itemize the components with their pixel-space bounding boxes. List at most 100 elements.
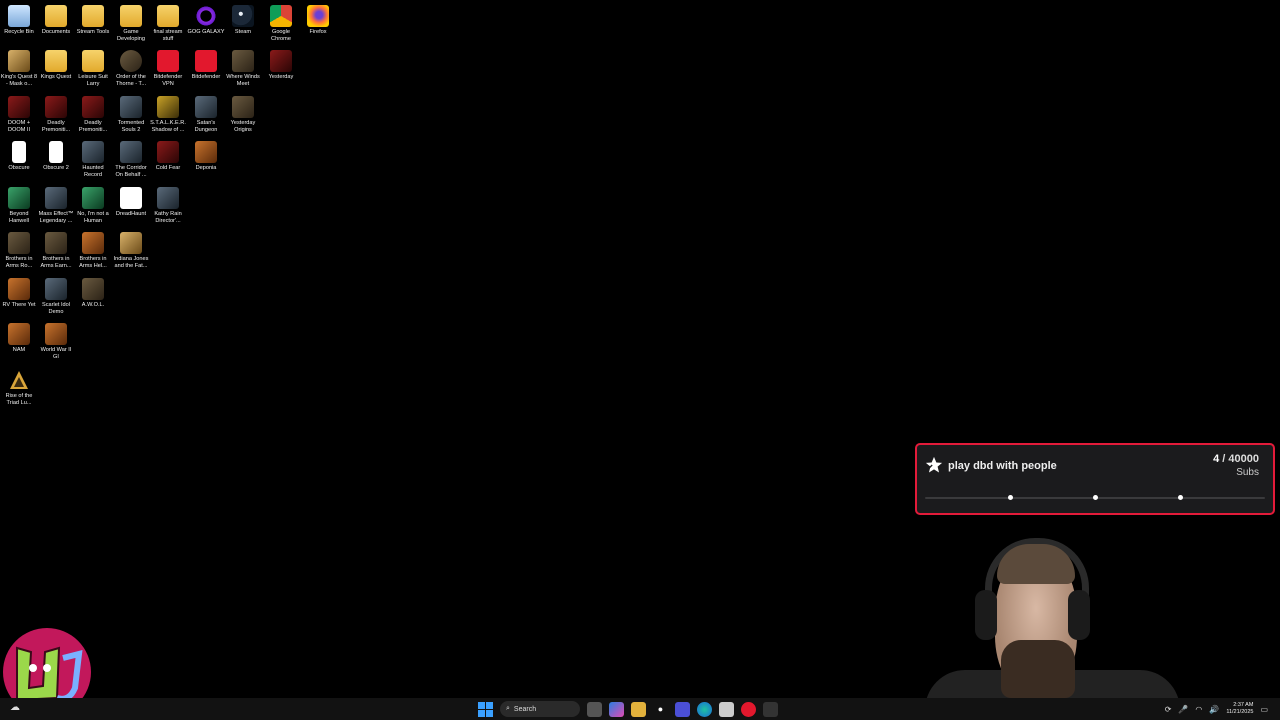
desktop-icon-kathy-rain[interactable]: Kathy Rain Director'... xyxy=(149,184,187,225)
desktop-icon-order-of-the-thorne[interactable]: Order of the Thorne - T... xyxy=(112,47,150,88)
icon-label: Yesterday xyxy=(268,74,294,80)
desktop-icon-brothers-in-arms-earn[interactable]: Brothers in Arms Earn... xyxy=(37,229,75,270)
desktop-icon-firefox[interactable]: Firefox xyxy=(299,2,337,36)
game-icon xyxy=(270,50,292,72)
desktop-icon-leisure-suit-larry[interactable]: Leisure Suit Larry xyxy=(74,47,112,88)
icon-label: Indiana Jones and the Fat... xyxy=(113,256,149,270)
desktop-icon-scarlet-idol-demo[interactable]: Scarlet Idol Demo xyxy=(37,275,75,316)
desktop-icon-brothers-in-arms-hel[interactable]: Brothers in Arms Hel... xyxy=(74,229,112,270)
icon-label: NAM xyxy=(12,347,26,353)
desktop-icon-rise-of-the-triad[interactable]: Rise of the Triad Lu... xyxy=(0,366,38,407)
bitdefender-vpn-icon xyxy=(157,50,179,72)
game-icon xyxy=(157,187,179,209)
game-icon xyxy=(82,187,104,209)
desktop-icon-deponia[interactable]: Deponia xyxy=(187,138,225,172)
desktop-icon-deadly-premonition-1[interactable]: Deadly Premoniti... xyxy=(37,93,75,134)
desktop-icon-documents[interactable]: Documents xyxy=(37,2,75,36)
desktop-icon-google-chrome[interactable]: Google Chrome xyxy=(262,2,300,43)
desktop-icon-stream-tools[interactable]: Stream Tools xyxy=(74,2,112,36)
desktop-icon-obscure[interactable]: Obscure xyxy=(0,138,38,172)
desktop-icon-final-stream-stuff[interactable]: final stream stuff xyxy=(149,2,187,43)
game-icon xyxy=(82,141,104,163)
desktop-icon-deadly-premonition-2[interactable]: Deadly Premoniti... xyxy=(74,93,112,134)
desktop-icon-brothers-in-arms-ro[interactable]: Brothers in Arms Ro... xyxy=(0,229,38,270)
desktop-icon-kings-quest[interactable]: Kings Quest xyxy=(37,47,75,81)
recycle-bin-icon xyxy=(8,5,30,27)
headphones-cup-left xyxy=(975,590,997,640)
icon-label: Cold Fear xyxy=(155,165,181,171)
wifi-icon[interactable]: ◠ xyxy=(1195,705,1202,714)
desktop-icon-doom[interactable]: DOOM + DOOM II xyxy=(0,93,38,134)
icon-label: Game Developing xyxy=(117,29,145,43)
goal-count: 4 / 40000 xyxy=(1213,453,1259,465)
sync-icon[interactable]: ⟳ xyxy=(1165,705,1172,714)
desktop-icon-where-winds-meet[interactable]: Where Winds Meet xyxy=(224,47,262,88)
weather-icon[interactable]: ☁ xyxy=(10,702,24,716)
folder-icon xyxy=(45,50,67,72)
icon-label: final stream stuff xyxy=(153,29,183,43)
clock-date: 11/21/2025 xyxy=(1226,709,1254,715)
icon-label: Haunted Record xyxy=(82,165,104,179)
microphone-icon[interactable]: 🎤 xyxy=(1178,705,1188,714)
desktop-icon-nam[interactable]: NAM xyxy=(0,320,38,354)
desktop-icon-tormented-souls-2[interactable]: Tormented Souls 2 xyxy=(112,93,150,134)
desktop-icon-beyond-hanwell[interactable]: Beyond Hanwell xyxy=(0,184,38,225)
desktop-icon-game-developing[interactable]: Game Developing xyxy=(112,2,150,43)
icon-label: Satan's Dungeon xyxy=(194,120,218,134)
desktop-icon-yesterday[interactable]: Yesterday xyxy=(262,47,300,81)
desktop-icon-world-war-ii-gi[interactable]: World War II GI xyxy=(37,320,75,361)
desktop-icon-steam[interactable]: Steam xyxy=(224,2,262,36)
desktop-icon-the-corridor[interactable]: The Corridor On Behalf ... xyxy=(112,138,150,179)
game-icon xyxy=(45,278,67,300)
desktop-icon-indiana-jones[interactable]: Indiana Jones and the Fat... xyxy=(112,229,150,270)
clock[interactable]: 2:37 AM 11/21/2025 xyxy=(1226,702,1253,716)
desktop-icon-obscure-2[interactable]: Obscure 2 xyxy=(37,138,75,172)
icon-label: Brothers in Arms Hel... xyxy=(79,256,107,270)
store-icon[interactable] xyxy=(719,701,734,717)
bitdefender-taskbar-icon[interactable] xyxy=(741,701,756,717)
game-icon xyxy=(8,187,30,209)
file-explorer-icon[interactable] xyxy=(631,701,646,717)
webcam-overlay xyxy=(925,530,1180,698)
desktop-icon-rv-there-yet[interactable]: RV There Yet xyxy=(0,275,38,309)
desktop-icon-dreadhaunt[interactable]: DreadHaunt xyxy=(112,184,150,218)
icon-label: Firefox xyxy=(309,29,327,35)
clock-time: 2:37 AM xyxy=(1233,702,1254,708)
icon-label: GOG GALAXY xyxy=(187,29,225,35)
game-icon xyxy=(8,323,30,345)
copilot-icon[interactable] xyxy=(609,701,624,717)
alien-app-icon[interactable]: ● xyxy=(653,702,668,717)
goal-milestone-marker xyxy=(1093,495,1098,500)
task-view-icon[interactable] xyxy=(587,701,602,717)
document-icon xyxy=(49,141,63,163)
game-icon xyxy=(45,232,67,254)
icon-label: Deadly Premoniti... xyxy=(78,120,108,134)
desktop-icon-yesterday-origins[interactable]: Yesterday Origins xyxy=(224,93,262,134)
icon-label: Brothers in Arms Earn... xyxy=(40,256,72,270)
teams-icon[interactable] xyxy=(675,701,690,717)
desktop-icon-cold-fear[interactable]: Cold Fear xyxy=(149,138,187,172)
folder-icon xyxy=(82,50,104,72)
desktop-icon-gog-galaxy[interactable]: GOG GALAXY xyxy=(187,2,225,36)
desktop-icon-bitdefender-vpn[interactable]: Bitdefender VPN xyxy=(149,47,187,88)
desktop-icon-bitdefender[interactable]: Bitdefender xyxy=(187,47,225,81)
desktop-icon-haunted-record[interactable]: Haunted Record xyxy=(74,138,112,179)
icon-label: Kathy Rain Director'... xyxy=(154,211,182,225)
gog-galaxy-icon xyxy=(195,5,217,27)
desktop-icon-mass-effect[interactable]: Mass Effect™ Legendary ... xyxy=(37,184,75,225)
game-icon xyxy=(8,50,30,72)
edge-icon[interactable] xyxy=(697,701,712,717)
obs-icon[interactable] xyxy=(763,701,778,717)
taskbar-search[interactable]: ⌕ Search xyxy=(500,701,580,717)
desktop-icon-recycle-bin[interactable]: Recycle Bin xyxy=(0,2,38,36)
start-button[interactable] xyxy=(478,701,493,717)
notification-icon[interactable]: ▭ xyxy=(1260,705,1268,714)
desktop-icon-kings-quest-8[interactable]: King's Quest 8 - Mask o... xyxy=(0,47,38,88)
desktop-icon-no-im-not-a-human[interactable]: No, I'm not a Human xyxy=(74,184,112,225)
desktop-icon-awol[interactable]: A.W.O.L. xyxy=(74,275,112,309)
icon-label: No, I'm not a Human xyxy=(77,211,109,225)
desktop-icon-satans-dungeon[interactable]: Satan's Dungeon xyxy=(187,93,225,134)
desktop-icon-stalker[interactable]: S.T.A.L.K.E.R. Shadow of ... xyxy=(149,93,187,134)
icon-label: Stream Tools xyxy=(76,29,110,35)
volume-icon[interactable]: 🔊 xyxy=(1209,705,1219,714)
